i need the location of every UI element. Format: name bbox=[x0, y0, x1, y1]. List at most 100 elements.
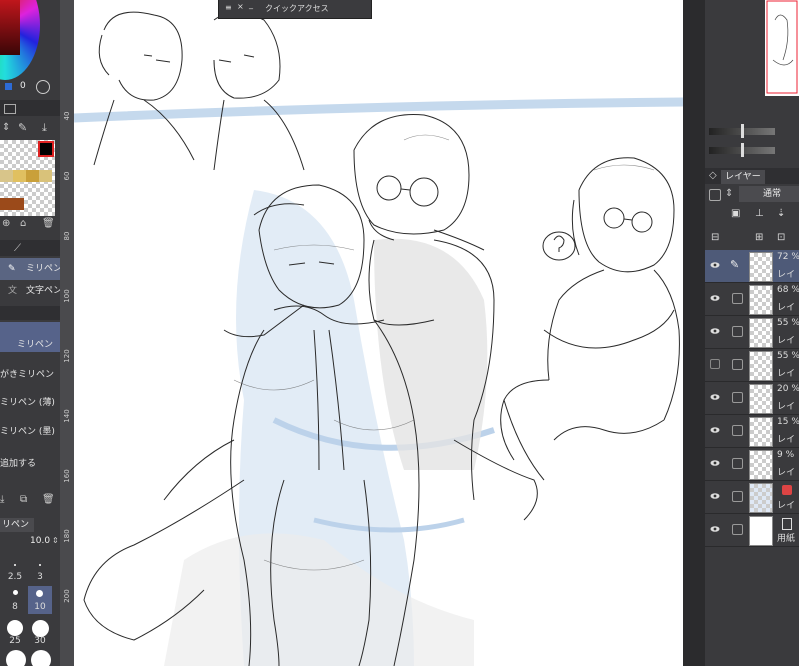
layer-opacity: 15 % bbox=[777, 417, 799, 427]
layer-row[interactable]: 55 % レイ bbox=[705, 316, 799, 349]
layer-row[interactable]: 15 % レイ bbox=[705, 415, 799, 448]
layer-name: レイ bbox=[777, 402, 796, 412]
color-square[interactable] bbox=[0, 0, 20, 55]
layer-row[interactable]: 68 % レイ bbox=[705, 283, 799, 316]
drag-handle-icon[interactable]: ≡ bbox=[225, 3, 232, 12]
eye-icon[interactable] bbox=[710, 491, 720, 501]
layer-checkbox[interactable] bbox=[732, 524, 743, 535]
add-swatch-icon[interactable]: ⊕ bbox=[2, 218, 10, 229]
pen-icon: ✎ bbox=[730, 258, 740, 271]
navigator-thumbnail[interactable] bbox=[765, 0, 799, 96]
sketch-drawing bbox=[74, 11, 683, 666]
wrench-icon[interactable]: ✎ bbox=[18, 121, 27, 134]
eye-icon[interactable] bbox=[710, 326, 720, 336]
ruler-tick: 200 bbox=[63, 589, 71, 603]
brush-size-stepper-icon[interactable]: ⇕ bbox=[52, 536, 59, 545]
layer-link-icon bbox=[782, 485, 792, 495]
size-dot-small[interactable] bbox=[39, 564, 41, 566]
layer-checkbox[interactable] bbox=[732, 359, 743, 370]
layer-mask-icon[interactable]: ⊟ bbox=[711, 232, 719, 243]
swatch-mustard[interactable] bbox=[26, 170, 39, 182]
layer-name: レイ bbox=[777, 270, 796, 280]
tool-tab-icon[interactable]: ⟋ bbox=[14, 243, 21, 254]
layer-checkbox[interactable] bbox=[732, 392, 743, 403]
sub-tool-selected[interactable]: ミリペン bbox=[0, 322, 60, 352]
eye-icon[interactable] bbox=[710, 524, 720, 534]
size-dot-large[interactable] bbox=[7, 620, 23, 636]
layer-checkbox[interactable] bbox=[732, 458, 743, 469]
stepper-icon[interactable]: ⇕ bbox=[725, 188, 733, 199]
brush-tab[interactable]: リペン bbox=[0, 518, 34, 532]
layer-row[interactable]: ✎ 72 % レイ bbox=[705, 250, 799, 283]
new-folder-icon[interactable]: ⊡ bbox=[777, 232, 785, 243]
play-icon[interactable] bbox=[36, 80, 50, 94]
eye-icon[interactable] bbox=[710, 293, 720, 303]
ruler-tick: 60 bbox=[63, 171, 71, 181]
swatch-tan[interactable] bbox=[0, 170, 13, 182]
eye-icon[interactable] bbox=[710, 458, 720, 468]
tab-layer[interactable]: レイヤー bbox=[721, 170, 765, 184]
drop-icon[interactable]: ⌂ bbox=[20, 218, 26, 229]
eye-icon[interactable] bbox=[710, 260, 720, 270]
add-brush-item[interactable]: 追加する bbox=[0, 453, 60, 475]
trash-icon[interactable]: 🗑 bbox=[42, 218, 55, 229]
minimize-icon[interactable]: _ bbox=[249, 0, 253, 9]
brush-item[interactable]: ミリペン (薄) bbox=[0, 392, 60, 414]
size-dot-large[interactable] bbox=[32, 620, 49, 637]
size-dot-small[interactable] bbox=[14, 564, 16, 566]
layer-checkbox[interactable] bbox=[732, 491, 743, 502]
slider-handle[interactable] bbox=[741, 124, 744, 138]
swatch-brown[interactable] bbox=[0, 198, 24, 210]
layer-clip-icon[interactable]: ▣ bbox=[731, 208, 740, 219]
size-dot[interactable] bbox=[36, 590, 43, 597]
layer-row[interactable]: 9 % レイ bbox=[705, 448, 799, 481]
brush-item[interactable]: がきミリペン bbox=[0, 364, 60, 386]
stepper-icon[interactable]: ⇕ bbox=[2, 122, 10, 133]
brush-size-value[interactable]: 10.0 bbox=[30, 536, 50, 546]
swatch-yellow[interactable] bbox=[13, 170, 26, 182]
ruler-tick: 120 bbox=[63, 349, 71, 363]
swatch-black-selected[interactable] bbox=[38, 141, 54, 157]
layer-name: レイ bbox=[777, 303, 796, 313]
layer-checkbox[interactable] bbox=[732, 425, 743, 436]
layer-prop-icon[interactable] bbox=[709, 189, 721, 201]
layer-ref-icon[interactable]: ⊥ bbox=[755, 208, 764, 219]
new-layer-icon[interactable]: ⊞ bbox=[755, 232, 763, 243]
layer-row[interactable]: レイ bbox=[705, 481, 799, 514]
layer-lock-icon[interactable]: ⇣ bbox=[777, 208, 785, 219]
size-dot-xlarge[interactable] bbox=[6, 650, 26, 666]
color-indicator-icon[interactable] bbox=[5, 83, 12, 90]
eye-hidden-icon[interactable] bbox=[710, 359, 720, 369]
layer-checkbox[interactable] bbox=[732, 293, 743, 304]
layer-thumbnail bbox=[749, 285, 773, 315]
brush-item[interactable]: ミリペン (墨) bbox=[0, 421, 60, 443]
close-icon[interactable]: × bbox=[237, 2, 244, 11]
layers-stack-icon[interactable]: ◇ bbox=[709, 170, 717, 181]
export-icon[interactable]: ⤓ bbox=[0, 494, 4, 505]
tool-item-mojipen[interactable]: 文 文字ペン bbox=[0, 280, 60, 302]
slider-handle[interactable] bbox=[741, 143, 744, 157]
layer-row[interactable]: 20 % レイ bbox=[705, 382, 799, 415]
drawing-canvas[interactable] bbox=[74, 0, 683, 666]
size-label: 2.5 bbox=[7, 572, 23, 582]
size-dot-xlarge[interactable] bbox=[31, 650, 51, 666]
swatch-sand[interactable] bbox=[39, 170, 52, 182]
eye-icon[interactable] bbox=[710, 392, 720, 402]
layer-thumbnail bbox=[749, 450, 773, 480]
quick-access-window[interactable]: ≡ × _ クイックアクセス bbox=[218, 0, 372, 19]
size-dot[interactable] bbox=[13, 590, 18, 595]
blend-mode-select[interactable]: 通常 bbox=[739, 186, 799, 202]
download-icon[interactable]: ⤓ bbox=[42, 121, 47, 135]
layer-row[interactable]: 55 % レイ bbox=[705, 349, 799, 382]
trash-icon[interactable]: 🗑 bbox=[42, 494, 55, 505]
size-label: 30 bbox=[34, 636, 46, 646]
eye-icon[interactable] bbox=[710, 425, 720, 435]
layer-panel: ◇ レイヤー ⇕ 通常 ▣ ⊥ ⇣ ⊟ ⊞ ⊡ ✎ 72 % レイ 68 % レ… bbox=[705, 0, 799, 666]
layer-checkbox[interactable] bbox=[732, 326, 743, 337]
tool-item-mirupen[interactable]: ✎ ミリペン bbox=[0, 258, 60, 280]
layer-thumbnail bbox=[749, 318, 773, 348]
copy-icon[interactable]: ⧉ bbox=[20, 494, 27, 505]
sub-view-icon[interactable] bbox=[4, 104, 16, 114]
quick-access-title: クイックアクセス bbox=[265, 4, 329, 13]
layer-row[interactable]: 用紙 bbox=[705, 514, 799, 547]
